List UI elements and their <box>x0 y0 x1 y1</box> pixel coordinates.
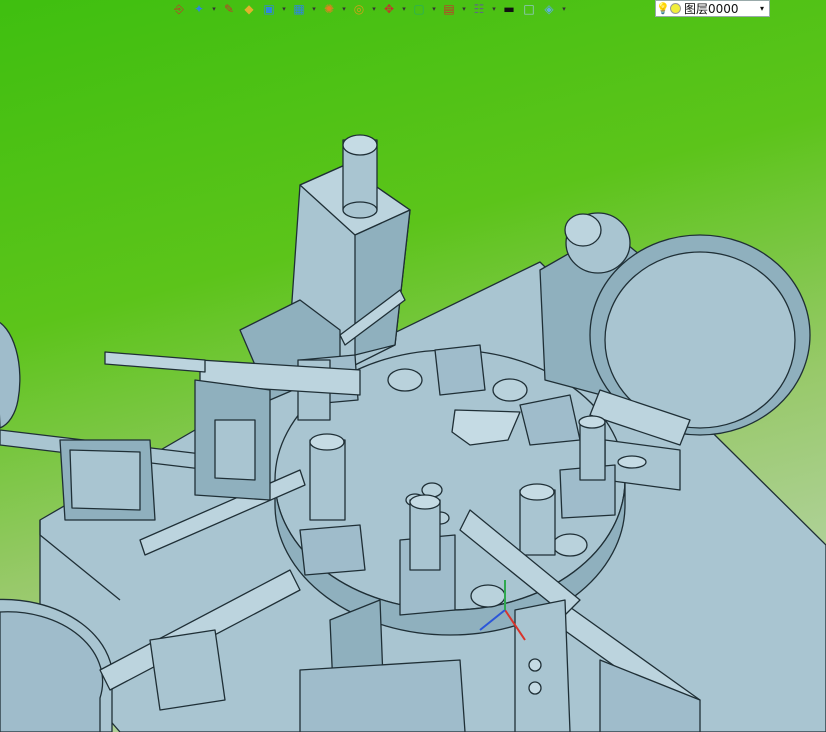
lightbulb-icon[interactable]: 💡 <box>656 2 670 15</box>
solid-box-icon[interactable]: ◆ <box>240 1 258 17</box>
layer-color-swatch <box>670 3 681 14</box>
chevron-down-icon[interactable]: ▾ <box>340 1 348 17</box>
chevron-down-icon[interactable]: ▾ <box>490 1 498 17</box>
fit-view-icon[interactable]: ▢ <box>410 1 428 17</box>
display-settings-icon[interactable]: ☷ <box>470 1 488 17</box>
chevron-down-icon[interactable]: ▾ <box>280 1 288 17</box>
pencil-icon[interactable]: ✎ <box>220 1 238 17</box>
cad-model[interactable] <box>0 0 826 732</box>
3d-viewport[interactable]: ⎆ ✦ ▾ ✎ ◆ ▣ ▾ ▦ ▾ ✺ ▾ ◎ ▾ ✥ ▾ ▢ ▾ ▤ ▾ ☷ ▾ ▬ □ ◈ ▾ 💡 图层0000 ▾ <box>0 0 826 732</box>
chevron-down-icon[interactable]: ▾ <box>460 1 468 17</box>
view-toolbar: ⎆ ✦ ▾ ✎ ◆ ▣ ▾ ▦ ▾ ✺ ▾ ◎ ▾ ✥ ▾ ▢ ▾ ▤ ▾ ☷ ▾ ▬ □ ◈ ▾ <box>170 0 568 17</box>
lightbulb-icon[interactable]: ✦ <box>190 1 208 17</box>
fill-color-icon[interactable]: □ <box>520 1 538 17</box>
chevron-down-icon[interactable]: ▾ <box>755 4 769 13</box>
chevron-down-icon[interactable]: ▾ <box>430 1 438 17</box>
chevron-down-icon[interactable]: ▾ <box>560 1 568 17</box>
render-mode-icon[interactable]: ✺ <box>320 1 338 17</box>
chevron-down-icon[interactable]: ▾ <box>210 1 218 17</box>
chevron-down-icon[interactable]: ▾ <box>400 1 408 17</box>
station-module <box>434 344 486 396</box>
station-module <box>299 524 366 576</box>
view-cube-icon[interactable]: ▦ <box>290 1 308 17</box>
plane-icon[interactable]: ◈ <box>540 1 558 17</box>
cube-icon[interactable]: ▣ <box>260 1 278 17</box>
import-icon[interactable]: ⎆ <box>170 1 188 17</box>
pan-axes-icon[interactable]: ✥ <box>380 1 398 17</box>
section-view-icon[interactable]: ▤ <box>440 1 458 17</box>
chevron-down-icon[interactable]: ▾ <box>370 1 378 17</box>
line-color-icon[interactable]: ▬ <box>500 1 518 17</box>
chevron-down-icon[interactable]: ▾ <box>310 1 318 17</box>
layer-dropdown[interactable]: 💡 图层0000 ▾ <box>655 0 770 17</box>
zoom-icon[interactable]: ◎ <box>350 1 368 17</box>
layer-label: 图层0000 <box>684 2 739 16</box>
